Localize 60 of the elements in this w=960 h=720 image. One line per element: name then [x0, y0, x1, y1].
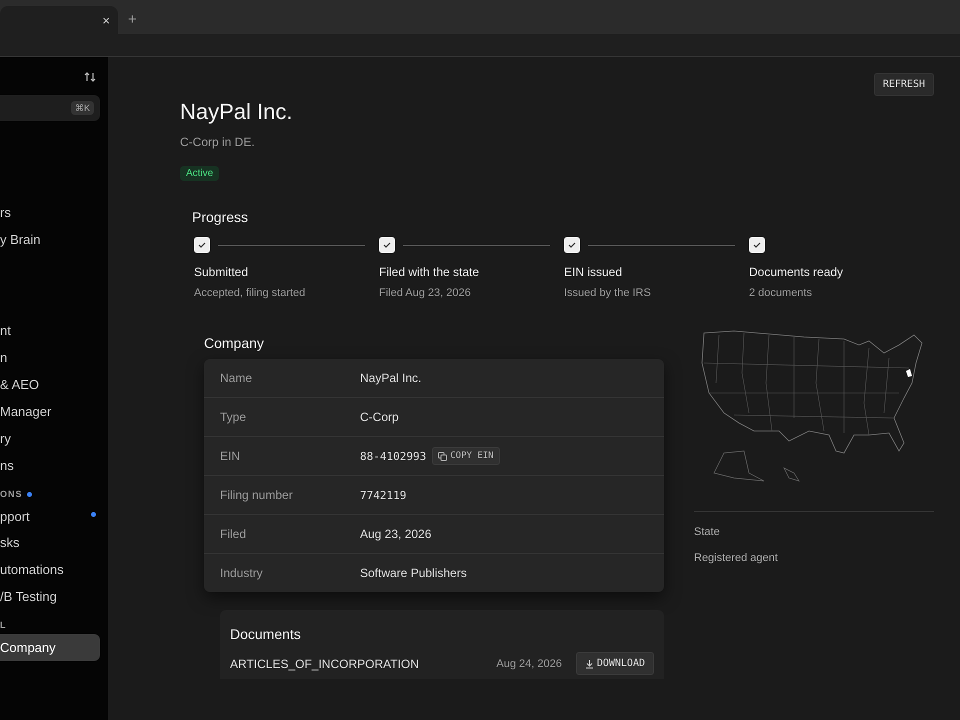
new-tab-button[interactable]: +: [128, 11, 137, 34]
shortcut-hint: ⌘K: [70, 101, 94, 115]
step-detail: 2 documents: [749, 287, 813, 299]
close-tab-button[interactable]: ×: [102, 12, 110, 28]
document-date: Aug 24, 2026: [496, 658, 562, 670]
sidebar-item[interactable]: rs: [0, 199, 100, 226]
copy-button[interactable]: COPY EIN: [432, 447, 500, 465]
page-subtitle: C-Corp in DE.: [180, 135, 256, 149]
field-value: Software Publishers: [360, 566, 467, 580]
sidebar-item[interactable]: y Brain: [0, 226, 100, 253]
sidebar-item[interactable]: Company: [0, 634, 100, 661]
sidebar-item[interactable]: ns: [0, 452, 100, 479]
field-value: 7742119: [360, 488, 406, 502]
field-label: Filing number: [220, 488, 294, 502]
section-label: L: [0, 620, 6, 630]
step-detail: Accepted, filing started: [194, 287, 306, 299]
sidebar-item[interactable]: Manager: [0, 398, 100, 425]
field-label: Type: [220, 410, 248, 424]
section-title: Progress: [192, 209, 250, 225]
sidebar-item[interactable]: n: [0, 344, 100, 371]
copy-icon: [438, 452, 448, 460]
field-label: EIN: [220, 449, 242, 463]
field-value: NayPal Inc.: [360, 371, 422, 385]
field-label: Registered agent: [694, 552, 779, 564]
field-label: Industry: [220, 566, 264, 580]
check-icon: [568, 241, 576, 249]
check-icon: [383, 241, 391, 249]
field-value: 88-4102993: [360, 450, 426, 462]
sidebar-item[interactable]: pport: [0, 503, 100, 530]
download-icon: [584, 658, 594, 668]
document-name: ARTICLES_OF_INCORPORATION: [230, 656, 420, 670]
refresh-button[interactable]: REFRESH: [874, 73, 934, 96]
step-title: Filed with the state: [379, 265, 480, 279]
section-label: ONS: [0, 489, 23, 499]
step-title: Submitted: [194, 265, 250, 279]
check-icon: [753, 241, 761, 249]
sidebar-item[interactable]: nt: [0, 317, 100, 344]
sidebar-item[interactable]: /B Testing: [0, 583, 100, 610]
field-label: Filed: [220, 527, 248, 541]
sidebar-item[interactable]: & AEO: [0, 371, 100, 398]
sidebar-item[interactable]: sks: [0, 529, 100, 556]
step-detail: Filed Aug 23, 2026: [379, 287, 472, 299]
browser-tab[interactable]: ×: [0, 6, 118, 34]
step-title: Documents ready: [749, 265, 844, 279]
check-icon: [198, 241, 206, 249]
field-label: State: [694, 526, 721, 538]
status-badge: Active: [180, 166, 220, 181]
field-value: Aug 23, 2026: [360, 527, 432, 541]
sidebar-item[interactable]: ry: [0, 425, 100, 452]
sidebar-item[interactable]: utomations: [0, 556, 100, 583]
field-value: C-Corp: [360, 410, 399, 424]
section-title: Company: [204, 335, 265, 351]
page-title: NayPal Inc.: [180, 99, 292, 125]
search-field[interactable]: ⌘K: [0, 95, 100, 121]
download-button[interactable]: DOWNLOAD: [576, 652, 654, 675]
section-title: Documents: [230, 626, 302, 642]
step-detail: Issued by the IRS: [564, 287, 652, 299]
field-label: Name: [220, 371, 254, 385]
sort-icon[interactable]: [84, 71, 96, 83]
step-title: EIN issued: [564, 265, 624, 279]
